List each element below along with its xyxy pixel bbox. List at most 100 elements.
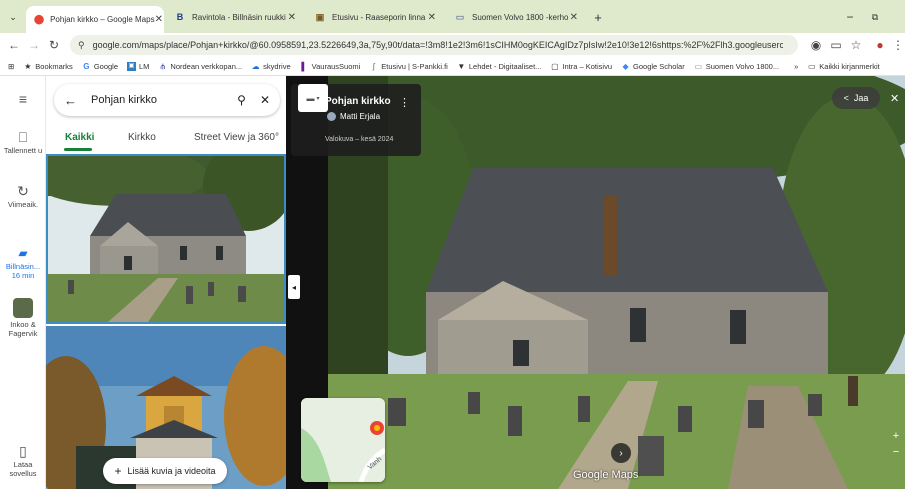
bookmark-item[interactable]: ▼ Lehdet - Digitaaliset... (457, 61, 542, 71)
tab-volvo[interactable]: ▭ Suomen Volvo 1800 -kerho ✕ (446, 4, 586, 30)
lm-icon: ▣ (127, 61, 136, 71)
tab-kirkko[interactable]: Kirkko (128, 132, 156, 143)
rail-item-download-app[interactable]: ▯ Lataa sovellus (0, 442, 46, 478)
cloud-icon: ☁ (251, 61, 260, 71)
bookmark-item[interactable]: G Google (82, 62, 118, 71)
rail-item-label: Tallennett u (3, 146, 43, 155)
place-name[interactable]: Pohjan kirkko (325, 96, 391, 107)
bookmark-item[interactable]: ★ Bookmarks (23, 62, 73, 71)
close-icon[interactable]: ✕ (570, 12, 578, 23)
photo-category-tabs: Kaikki Kirkko Street View ja 360° (46, 128, 286, 151)
tab-raaseporin[interactable]: ▣ Etusivu - Raaseporin linna ✕ (306, 4, 444, 30)
back-arrow-icon[interactable]: ← (64, 93, 77, 108)
maps-pin-icon: ⬤ (34, 14, 45, 24)
maps-side-rail: ≡ ⎕ Tallennett u ↻ Viimeaik. ▰ Billnäsin… (0, 76, 46, 489)
bookmark-item[interactable]: ▭ Suomen Volvo 1800... (694, 62, 779, 71)
forward-arrow-icon[interactable]: → (24, 38, 44, 52)
volvo-logo-icon: ▭ (694, 61, 702, 71)
bookmark-label: Suomen Volvo 1800... (705, 61, 780, 71)
tab-title: Ravintola - Billnäsin ruukki (192, 12, 286, 22)
zoom-out-button[interactable]: − (889, 444, 903, 460)
star-icon: ★ (24, 61, 32, 71)
menu-dots-icon[interactable]: ⋮ (399, 96, 410, 109)
image-icon: ▬ (306, 93, 315, 103)
back-arrow-icon[interactable]: ← (4, 38, 24, 52)
bookmark-item[interactable]: ⫛ Nordean verkkopan... (158, 61, 243, 71)
bookmark-label: Etusivu | S-Pankki.fi (381, 61, 448, 71)
rail-item-billnas[interactable]: ▰ Billnäsin... 16 min (0, 244, 46, 280)
next-photo-button[interactable]: › (611, 443, 631, 463)
bookmark-label: VaurausSuomi (311, 61, 361, 71)
add-photos-button[interactable]: + Lisää kuvia ja videoita (103, 458, 227, 484)
tab-title: Pohjan kirkko – Google Maps (50, 15, 155, 24)
new-tab-button[interactable]: + (588, 4, 608, 30)
search-icon[interactable]: ⚲ (237, 93, 246, 107)
bookmark-item[interactable]: ▢ Intra – Kotisivu (550, 62, 612, 71)
bookmark-item[interactable]: ☁ skydrive (251, 62, 291, 71)
tab-kaikki[interactable]: Kaikki (65, 132, 94, 143)
bookmark-label: Kaikki kirjanmerkit (819, 61, 880, 71)
restore-button[interactable]: ⧉ (866, 4, 884, 30)
zoom-in-button[interactable]: + (889, 428, 903, 444)
share-label: Jaa (853, 93, 869, 103)
author-name: Matti Erjala (340, 112, 381, 121)
church-photo-image (48, 156, 284, 322)
bookmark-item[interactable]: ʃ Etusivu | S-Pankki.fi (369, 62, 448, 71)
rail-item-label: Viimeaik. (7, 200, 39, 209)
bookmark-label: Lehdet - Digitaaliset... (468, 61, 542, 71)
hamburger-menu-icon[interactable]: ≡ (0, 90, 46, 108)
cast-icon[interactable]: ▭ (826, 38, 846, 52)
scholar-icon: ◆ (622, 61, 629, 71)
bookmark-item[interactable]: ▌ VaurausSuomi (300, 61, 361, 71)
mini-map[interactable]: Vanh (301, 398, 385, 482)
avatar[interactable]: ● (870, 38, 890, 52)
collapse-panel-button[interactable]: ◂ (288, 275, 300, 299)
tab-street-view[interactable]: Street View ja 360° (194, 132, 279, 143)
close-icon[interactable]: ✕ (260, 93, 270, 107)
avatar (327, 112, 336, 121)
photo-caption: Valokuva – kesä 2024 (325, 136, 394, 143)
plus-icon: + (114, 464, 122, 478)
bookmark-label: Google (93, 61, 118, 71)
close-icon[interactable]: ✕ (890, 92, 899, 105)
rail-item-recent[interactable]: ↻ Viimeaik. (0, 182, 46, 209)
menu-dots-icon[interactable]: ⋮ (888, 38, 905, 52)
bookmark-item[interactable]: ◆ Google Scholar (621, 61, 684, 71)
zoom-controls: + − (889, 428, 903, 460)
close-icon[interactable]: ✕ (428, 12, 436, 23)
tab-search-button[interactable]: ⌄ (2, 4, 24, 30)
location-icon[interactable]: ◉ (806, 38, 826, 52)
nordea-icon: ⫛ (160, 61, 166, 71)
google-maps-watermark: Google Maps (573, 469, 639, 481)
site-favicon-icon: ▌ (301, 61, 307, 71)
all-bookmarks-folder[interactable]: ▭ Kaikki kirjanmerkit (807, 61, 880, 71)
site-favicon-icon: B (176, 12, 184, 22)
star-icon[interactable]: ☆ (846, 38, 866, 52)
more-bookmarks-button[interactable]: » (794, 62, 798, 71)
street-view-toggle-button[interactable]: ▬ ▾ (298, 84, 328, 112)
reload-icon[interactable]: ↻ (44, 38, 64, 52)
folder-icon: ▭ (808, 61, 816, 71)
site-info-icon[interactable]: ⚲ (78, 40, 85, 51)
address-bar[interactable]: ⚲ google.com/maps/place/Pohjan+kirkko/@6… (70, 35, 798, 55)
rail-item-saved[interactable]: ⎕ Tallennett u (0, 128, 46, 155)
phone-icon: ▯ (19, 443, 27, 459)
bookmark-item[interactable]: ▣ LM (127, 61, 149, 71)
tab-ravintola[interactable]: B Ravintola - Billnäsin ruukki ✕ (166, 4, 304, 30)
volvo-logo-icon: ▭ (455, 11, 465, 22)
page-icon: ▢ (551, 61, 559, 71)
share-button[interactable]: < Jaa (832, 87, 880, 109)
minimize-button[interactable]: − (840, 4, 860, 30)
author-row[interactable]: Matti Erjala (327, 112, 380, 121)
search-input[interactable]: Pohjan kirkko (91, 94, 237, 106)
tab-google-maps[interactable]: ⬤ Pohjan kirkko – Google Maps ✕ (26, 6, 164, 33)
close-icon[interactable]: ✕ (155, 14, 163, 25)
rail-item-inkoo[interactable]: Inkoo & Fagervik (0, 298, 46, 338)
photo-thumbnail-church[interactable] (46, 154, 286, 324)
bookmark-label: skydrive (263, 61, 291, 71)
close-icon[interactable]: ✕ (288, 12, 296, 23)
url-text: google.com/maps/place/Pohjan+kirkko/@60.… (92, 40, 783, 50)
bookmarks-bar: ⊞ ★ Bookmarks G Google ▣ LM ⫛ Nordean verkko… (0, 57, 905, 76)
apps-grid-icon[interactable]: ⊞ (8, 62, 14, 71)
search-box[interactable]: ← Pohjan kirkko ⚲ ✕ (54, 84, 280, 116)
